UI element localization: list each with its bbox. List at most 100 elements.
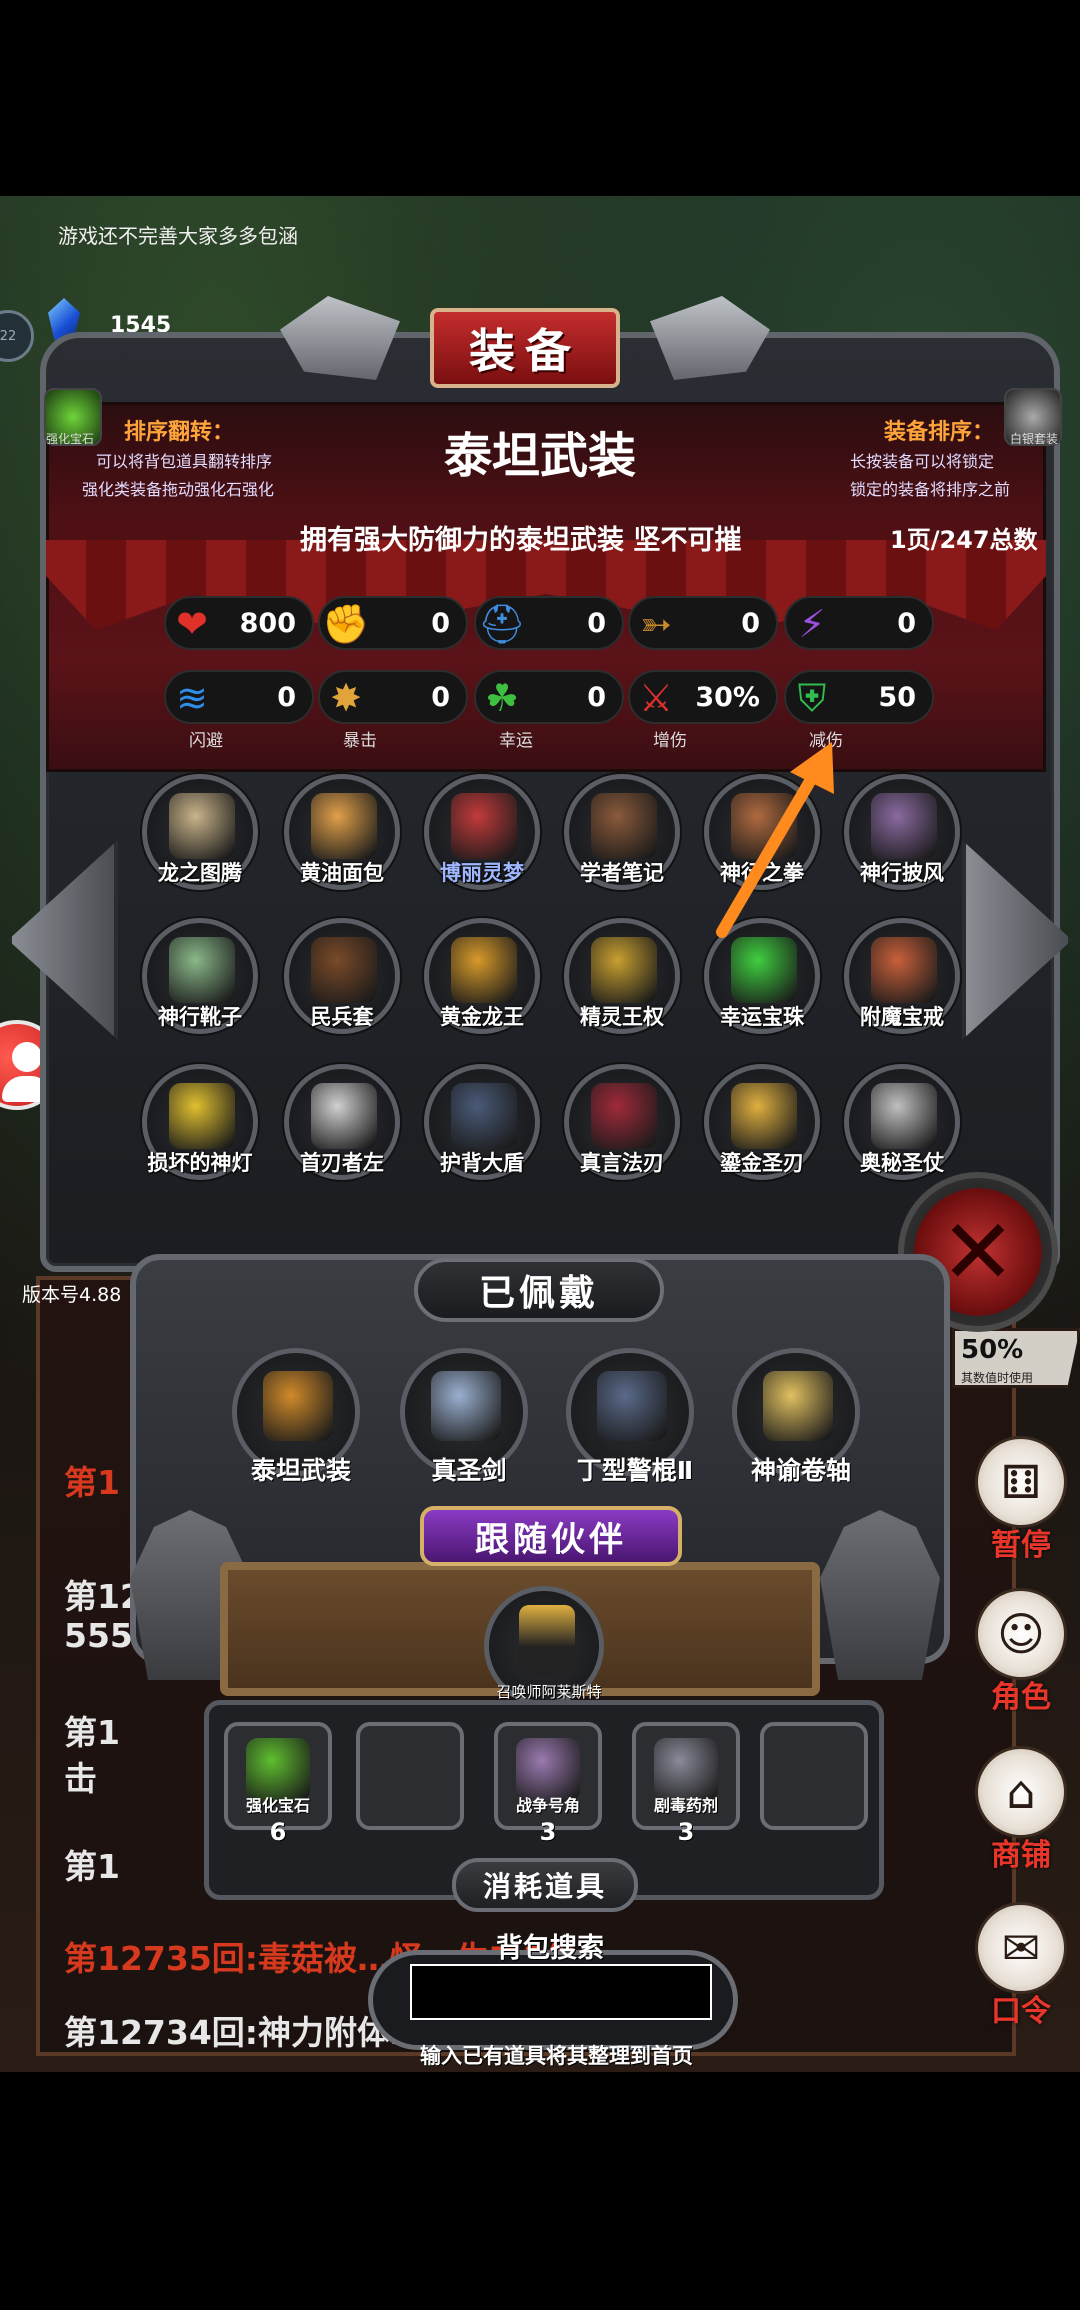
item-icon: [451, 1083, 517, 1149]
worn-item-icon: [763, 1371, 833, 1441]
character-button[interactable]: ☺ 角色: [966, 1588, 1076, 1715]
rate-value: 50%: [961, 1335, 1024, 1365]
item-icon: [169, 937, 235, 1003]
item-icon: [871, 793, 937, 859]
item-name: 护背大盾: [440, 1151, 524, 1175]
stat-label: 增伤: [653, 731, 687, 751]
consumable-slot[interactable]: 剧毒药剂 3: [632, 1722, 740, 1846]
item-name: 损坏的神灯: [147, 1151, 253, 1175]
book-icon: ✉: [975, 1902, 1067, 1994]
item-icon: [871, 937, 937, 1003]
item-icon: [731, 1083, 797, 1149]
inventory-slot[interactable]: 学者笔记: [564, 774, 680, 890]
stat-label: 闪避: [189, 731, 223, 751]
inventory-slot[interactable]: 护背大盾: [424, 1064, 540, 1180]
inventory-slot[interactable]: 民兵套: [284, 918, 400, 1034]
inventory-slot[interactable]: 黄金龙王: [424, 918, 540, 1034]
stat-value: 50: [878, 682, 916, 713]
muscle-icon: ✊: [322, 601, 370, 646]
inventory-slot[interactable]: 精灵王权: [564, 918, 680, 1034]
item-name: 附魔宝戒: [860, 1005, 944, 1029]
stat-value: 0: [741, 608, 760, 639]
item-name: 博丽灵梦: [440, 861, 524, 885]
log-line: 击: [64, 1759, 97, 1798]
item-icon: [311, 793, 377, 859]
item-icon: [169, 793, 235, 859]
person-icon: [12, 1042, 42, 1072]
item-name: 鎏金圣刃: [720, 1151, 804, 1175]
stat-heart: ❤ 800: [164, 596, 314, 650]
shop-button[interactable]: ⌂ 商铺: [966, 1746, 1076, 1873]
stat-crit: ✸ 0 暴击: [318, 670, 468, 751]
window-banner: 装备: [230, 290, 830, 402]
stat-label: 暴击: [343, 731, 377, 751]
inventory-slot[interactable]: 龙之图腾: [142, 774, 258, 890]
item-name: 泰坦武装: [443, 428, 636, 484]
worn-item-icon: [431, 1371, 501, 1441]
level-badge[interactable]: 22: [0, 310, 34, 362]
inventory-slot[interactable]: 附魔宝戒: [844, 918, 960, 1034]
stat-crossed-swords: ⚔ 30% 增伤: [628, 670, 778, 751]
log-line: 第1: [64, 1847, 120, 1886]
character-label: 角色: [991, 1680, 1051, 1715]
empty-consumable-slot[interactable]: [760, 1722, 868, 1830]
summoner-icon: [519, 1605, 575, 1675]
stat-value: 800: [239, 608, 296, 639]
companion-slot[interactable]: 召唤师阿莱斯特: [484, 1586, 604, 1706]
worn-slot[interactable]: 丁型警棍Ⅱ: [566, 1348, 694, 1485]
item-name: 幸运宝珠: [720, 1005, 804, 1029]
window-title-text: 装备: [469, 324, 581, 378]
dodge-icon: ≋: [176, 676, 208, 720]
pause-button[interactable]: ⚅ 暂停: [966, 1436, 1076, 1563]
item-icon: [871, 1083, 937, 1149]
stat-value: 0: [431, 608, 450, 639]
item-icon: [451, 793, 517, 859]
stat-value: 0: [431, 682, 450, 713]
stat-value: 0: [587, 682, 606, 713]
worn-item-icon: [263, 1371, 333, 1441]
inventory-slot[interactable]: 奥秘圣仗: [844, 1064, 960, 1180]
crit-icon: ✸: [330, 676, 362, 720]
pause-label: 暂停: [991, 1528, 1051, 1563]
empty-consumable-slot[interactable]: [356, 1722, 464, 1830]
worn-slot[interactable]: 神谕卷轴: [732, 1348, 860, 1485]
inventory-slot[interactable]: 鎏金圣刃: [704, 1064, 820, 1180]
inventory-slot[interactable]: 黄油面包: [284, 774, 400, 890]
item-name: 神行披风: [860, 861, 944, 885]
notice-text: 游戏还不完善大家多多包涵: [58, 224, 298, 248]
item-icon: [731, 937, 797, 1003]
consumable-qty: 3: [677, 1818, 695, 1846]
inventory-slot[interactable]: 真言法刃: [564, 1064, 680, 1180]
arrow-annotation-icon: [716, 742, 834, 938]
search-hint: 输入已有道具将其整理到首页: [420, 2044, 693, 2068]
consumables-title: 消耗道具: [452, 1858, 638, 1912]
stat-shield: ⛨ 50 减伤: [784, 670, 934, 751]
worn-slot[interactable]: 泰坦武装: [232, 1348, 360, 1485]
lightning-icon: ⚡: [798, 602, 826, 646]
gargoyle-right: [650, 296, 770, 380]
inventory-slot[interactable]: 博丽灵梦: [424, 774, 540, 890]
search-label: 背包搜索: [496, 1933, 604, 1964]
inventory-slot[interactable]: 神行靴子: [142, 918, 258, 1034]
inventory-slot[interactable]: 神行披风: [844, 774, 960, 890]
consumable-name: 剧毒药剂: [653, 1796, 718, 1815]
stat-clover: ☘ 0 幸运: [474, 670, 624, 751]
inventory-slot[interactable]: 首刃者左: [284, 1064, 400, 1180]
worn-item-name: 泰坦武装: [250, 1456, 351, 1485]
consumable-slot[interactable]: 战争号角 3: [494, 1722, 602, 1846]
search-input[interactable]: [410, 1964, 712, 2020]
inventory-slot[interactable]: 损坏的神灯: [142, 1064, 258, 1180]
stat-value: 0: [587, 608, 606, 639]
item-name: 黄油面包: [300, 861, 384, 885]
consumable-qty: 3: [539, 1818, 557, 1846]
version-label: 版本号4.88: [22, 1284, 122, 1306]
consumable-name: 强化宝石: [245, 1796, 310, 1815]
worn-item-icon: [597, 1371, 667, 1441]
gargoyle-left: [280, 296, 400, 380]
page-info: 1页/247总数: [890, 526, 1038, 554]
rate-sub: 其数值时使用: [961, 1371, 1034, 1385]
item-icon: [311, 937, 377, 1003]
code-button[interactable]: ✉ 口令: [966, 1902, 1076, 2029]
consumable-slot[interactable]: 强化宝石 6: [224, 1722, 332, 1846]
worn-slot[interactable]: 真圣剑: [400, 1348, 528, 1485]
